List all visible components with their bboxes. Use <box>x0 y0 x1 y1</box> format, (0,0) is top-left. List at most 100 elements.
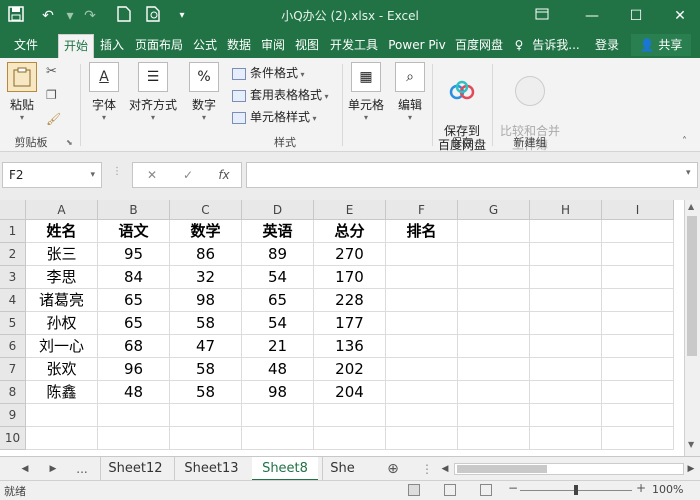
cell-e7[interactable]: 202 <box>314 358 386 381</box>
editing-button[interactable]: ⌕ 编辑 ▾ <box>392 62 428 122</box>
column-header-f[interactable]: F <box>386 200 458 220</box>
redo-icon[interactable]: ↷ <box>80 6 100 26</box>
cell-c8[interactable]: 58 <box>170 381 242 404</box>
cell-d3[interactable]: 54 <box>242 266 314 289</box>
cell-c6[interactable]: 47 <box>170 335 242 358</box>
column-header-c[interactable]: C <box>170 200 242 220</box>
column-header-e[interactable]: E <box>314 200 386 220</box>
cell-i3[interactable] <box>602 266 674 289</box>
cell-b7[interactable]: 96 <box>98 358 170 381</box>
horizontal-scroll-thumb[interactable] <box>457 465 547 473</box>
save-to-baidu-button[interactable]: 保存到 百度网盘 <box>436 62 488 166</box>
sheet-tab-sheet12[interactable]: Sheet12 <box>100 457 170 481</box>
cancel-icon[interactable]: ✕ <box>137 163 167 187</box>
row-header-10[interactable]: 10 <box>0 427 26 450</box>
cell-g1[interactable] <box>458 220 530 243</box>
customize-icon[interactable]: ▾ <box>172 6 192 26</box>
tab-home[interactable]: 开始 <box>58 34 94 58</box>
cell-g6[interactable] <box>458 335 530 358</box>
cell-h8[interactable] <box>530 381 602 404</box>
expand-formula-icon[interactable]: ▾ <box>686 168 691 178</box>
login-link[interactable]: 登录 <box>590 34 624 58</box>
cell-c9[interactable] <box>170 404 242 427</box>
scroll-down-icon[interactable]: ▼ <box>688 440 694 449</box>
cell-b6[interactable]: 68 <box>98 335 170 358</box>
worksheet-grid[interactable]: ABCDEFGHI 1 2 3 4 5 6 7 8 9 10 姓名 语文 数学 英语 总分 排名 张三 95 86… <box>0 200 684 456</box>
tab-page-layout[interactable]: 页面布局 <box>130 34 188 58</box>
cell-f6[interactable] <box>386 335 458 358</box>
zoom-level[interactable]: 100% <box>652 483 683 496</box>
cell-d8[interactable]: 98 <box>242 381 314 404</box>
cell-b1[interactable]: 语文 <box>98 220 170 243</box>
alignment-button[interactable]: ☰ 对齐方式 ▾ <box>126 62 180 122</box>
column-header-i[interactable]: I <box>602 200 674 220</box>
cell-i4[interactable] <box>602 289 674 312</box>
tab-insert[interactable]: 插入 <box>94 34 130 58</box>
format-as-table-button[interactable]: 套用表格格式 ▾ <box>232 86 329 104</box>
tab-baidu-netdisk[interactable]: 百度网盘 <box>450 34 508 58</box>
name-box[interactable]: F2 ▾ <box>2 162 102 188</box>
cell-c3[interactable]: 32 <box>170 266 242 289</box>
cell-a3[interactable]: 李思 <box>26 266 98 289</box>
cell-a10[interactable] <box>26 427 98 450</box>
new-icon[interactable] <box>114 6 134 26</box>
dialog-launcher-icon[interactable]: ⬊ <box>66 138 73 147</box>
cell-e1[interactable]: 总分 <box>314 220 386 243</box>
cell-d7[interactable]: 48 <box>242 358 314 381</box>
cell-f3[interactable] <box>386 266 458 289</box>
cut-icon[interactable]: ✂ <box>46 64 57 79</box>
insert-function-icon[interactable]: fx <box>209 163 239 187</box>
cell-c1[interactable]: 数学 <box>170 220 242 243</box>
cell-e9[interactable] <box>314 404 386 427</box>
row-header-6[interactable]: 6 <box>0 335 26 358</box>
cell-c4[interactable]: 98 <box>170 289 242 312</box>
cell-b9[interactable] <box>98 404 170 427</box>
cell-g10[interactable] <box>458 427 530 450</box>
cell-c10[interactable] <box>170 427 242 450</box>
sheet-tab-she[interactable]: She <box>322 457 362 481</box>
cell-f5[interactable] <box>386 312 458 335</box>
undo-icon[interactable]: ↶ <box>38 6 58 26</box>
row-header-4[interactable]: 4 <box>0 289 26 312</box>
cell-d2[interactable]: 89 <box>242 243 314 266</box>
tab-power-pivot[interactable]: Power Piv <box>384 34 450 58</box>
tab-review[interactable]: 审阅 <box>256 34 290 58</box>
page-layout-view-icon[interactable] <box>444 484 456 496</box>
column-header-b[interactable]: B <box>98 200 170 220</box>
cell-h10[interactable] <box>530 427 602 450</box>
cell-a6[interactable]: 刘一心 <box>26 335 98 358</box>
print-preview-icon[interactable] <box>144 6 164 26</box>
cell-e4[interactable]: 228 <box>314 289 386 312</box>
cell-h2[interactable] <box>530 243 602 266</box>
cell-h7[interactable] <box>530 358 602 381</box>
tab-split-icon[interactable]: ⋮ <box>420 457 434 481</box>
collapse-ribbon-icon[interactable]: ˄ <box>682 136 687 147</box>
zoom-slider-thumb[interactable] <box>574 485 578 495</box>
zoom-in-icon[interactable]: + <box>636 481 646 495</box>
cell-d4[interactable]: 65 <box>242 289 314 312</box>
cell-d10[interactable] <box>242 427 314 450</box>
cell-g3[interactable] <box>458 266 530 289</box>
cell-e8[interactable]: 204 <box>314 381 386 404</box>
more-sheets-left[interactable]: ... <box>72 457 92 481</box>
copy-icon[interactable]: ❐ <box>46 88 57 102</box>
cell-i8[interactable] <box>602 381 674 404</box>
tab-formulas[interactable]: 公式 <box>188 34 222 58</box>
column-header-g[interactable]: G <box>458 200 530 220</box>
scroll-thumb[interactable] <box>687 216 697 356</box>
cell-f8[interactable] <box>386 381 458 404</box>
cell-e5[interactable]: 177 <box>314 312 386 335</box>
restore-ribbon-icon[interactable] <box>530 4 554 28</box>
scroll-left-icon[interactable]: ◀ <box>440 457 450 481</box>
row-header-2[interactable]: 2 <box>0 243 26 266</box>
cell-d1[interactable]: 英语 <box>242 220 314 243</box>
cell-f4[interactable] <box>386 289 458 312</box>
horizontal-scrollbar[interactable] <box>454 463 684 475</box>
cell-h6[interactable] <box>530 335 602 358</box>
cell-i7[interactable] <box>602 358 674 381</box>
cell-i2[interactable] <box>602 243 674 266</box>
tab-file[interactable]: 文件 <box>4 34 48 58</box>
conditional-format-button[interactable]: 条件格式 ▾ <box>232 64 305 82</box>
normal-view-icon[interactable] <box>408 484 420 496</box>
scroll-right-icon[interactable]: ▶ <box>686 457 696 481</box>
